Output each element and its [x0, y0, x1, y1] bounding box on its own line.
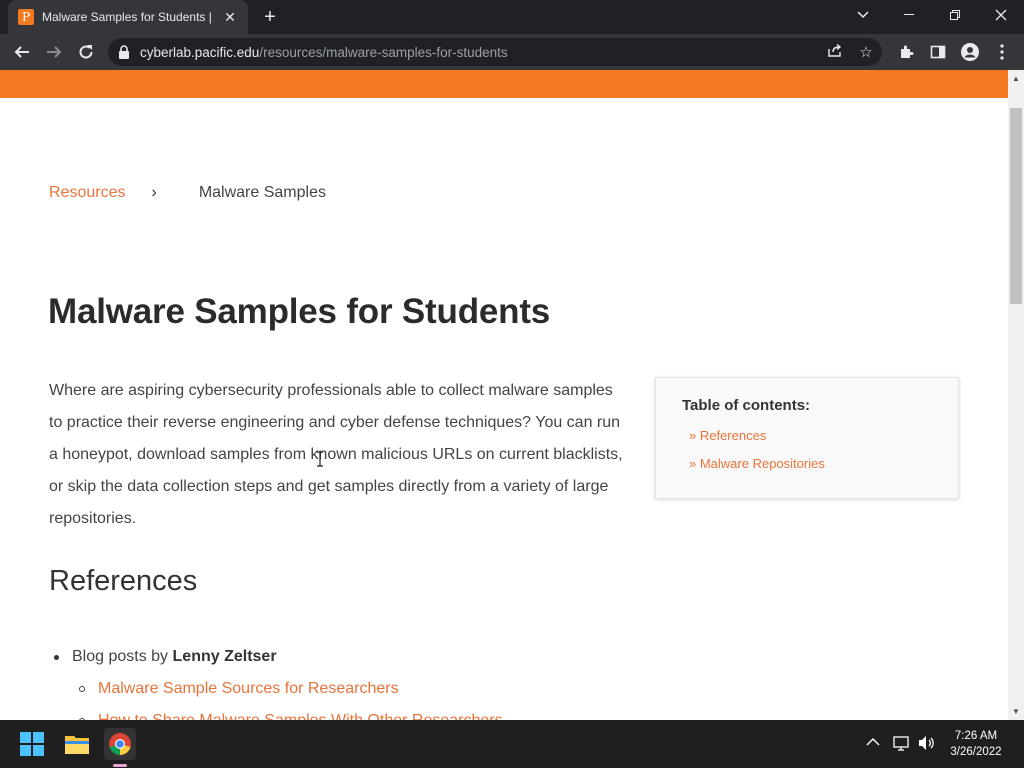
- malware-sample-sources-link[interactable]: Malware Sample Sources for Researchers: [98, 680, 399, 698]
- volume-icon[interactable]: [918, 735, 936, 754]
- windows-taskbar: 7:26 AM 3/26/2022: [0, 720, 1024, 768]
- restore-button[interactable]: [932, 0, 978, 30]
- lock-icon[interactable]: [118, 45, 130, 59]
- bookmark-star-icon[interactable]: ☆: [856, 43, 876, 61]
- show-hidden-icons-icon[interactable]: [866, 734, 880, 750]
- url-host: cyberlab.pacific.edu: [140, 44, 260, 60]
- bullet-icon: [54, 654, 59, 660]
- taskbar-clock[interactable]: 7:26 AM 3/26/2022: [940, 728, 1012, 760]
- breadcrumb-resources-link[interactable]: Resources: [49, 184, 125, 202]
- toc-title: Table of contents:: [682, 397, 811, 414]
- references-list: Blog posts by Lenny Zeltser Malware Samp…: [54, 641, 503, 720]
- browser-toolbar: cyberlab.pacific.edu/resources/malware-s…: [0, 34, 1024, 70]
- list-item: Blog posts by Lenny Zeltser: [54, 641, 503, 673]
- intro-paragraph: Where are aspiring cybersecurity profess…: [49, 382, 623, 527]
- site-favicon-icon: P: [18, 9, 34, 25]
- chevron-right-icon: ›: [151, 184, 157, 201]
- clock-time: 7:26 AM: [954, 730, 998, 742]
- minimize-button[interactable]: [886, 0, 932, 30]
- breadcrumb-current: Malware Samples: [198, 184, 326, 201]
- reload-button[interactable]: [73, 39, 99, 65]
- address-bar[interactable]: cyberlab.pacific.edu/resources/malware-s…: [108, 38, 882, 66]
- list-item: How to Share Malware Samples With Other …: [79, 705, 503, 720]
- breadcrumb: Resources › Malware Samples: [49, 184, 326, 202]
- share-icon[interactable]: [824, 43, 844, 62]
- toc-link-malware-repositories[interactable]: » Malware Repositories: [689, 456, 932, 471]
- table-of-contents: Table of contents: » References » Malwar…: [655, 377, 959, 499]
- bullet-icon: [79, 686, 85, 692]
- forward-button[interactable]: [41, 39, 67, 65]
- extensions-icon[interactable]: [893, 39, 919, 65]
- chrome-taskbar-icon[interactable]: [104, 728, 136, 760]
- text-cursor-icon: [317, 451, 323, 467]
- back-button[interactable]: [9, 39, 35, 65]
- page-title: Malware Samples for Students: [48, 292, 551, 331]
- tab-search-icon[interactable]: [840, 0, 886, 30]
- chrome-menu-icon[interactable]: [989, 39, 1015, 65]
- site-header-bar: [0, 70, 1008, 98]
- windows-start-icon[interactable]: [16, 728, 48, 760]
- clock-date: 3/26/2022: [950, 746, 1002, 758]
- blog-prefix: Blog posts by: [72, 648, 169, 665]
- active-app-indicator: [113, 764, 127, 767]
- web-page: Resources › Malware Samples Malware Samp…: [0, 70, 1008, 720]
- file-explorer-icon[interactable]: [61, 728, 93, 760]
- share-malware-samples-link[interactable]: How to Share Malware Samples With Other …: [98, 712, 503, 720]
- url-path: /resources/malware-samples-for-students: [259, 44, 508, 60]
- new-tab-button[interactable]: +: [258, 6, 282, 28]
- tab-strip: P Malware Samples for Students | P ✕ +: [0, 0, 1024, 34]
- network-icon[interactable]: [893, 735, 909, 754]
- side-panel-icon[interactable]: [925, 39, 951, 65]
- tab-close-icon[interactable]: ✕: [222, 9, 238, 26]
- profile-avatar-icon[interactable]: [957, 39, 983, 65]
- blog-author: Lenny Zeltser: [172, 648, 277, 665]
- tab-title: Malware Samples for Students | P: [42, 10, 214, 24]
- close-window-button[interactable]: [978, 0, 1024, 30]
- list-item: Malware Sample Sources for Researchers: [79, 673, 503, 705]
- scrollbar-thumb[interactable]: [1010, 108, 1022, 304]
- scroll-down-icon[interactable]: ▼: [1010, 707, 1022, 717]
- active-tab[interactable]: P Malware Samples for Students | P ✕: [8, 0, 248, 34]
- toc-link-references[interactable]: » References: [689, 428, 932, 443]
- scroll-up-icon[interactable]: ▲: [1010, 74, 1022, 84]
- references-heading: References: [49, 565, 198, 597]
